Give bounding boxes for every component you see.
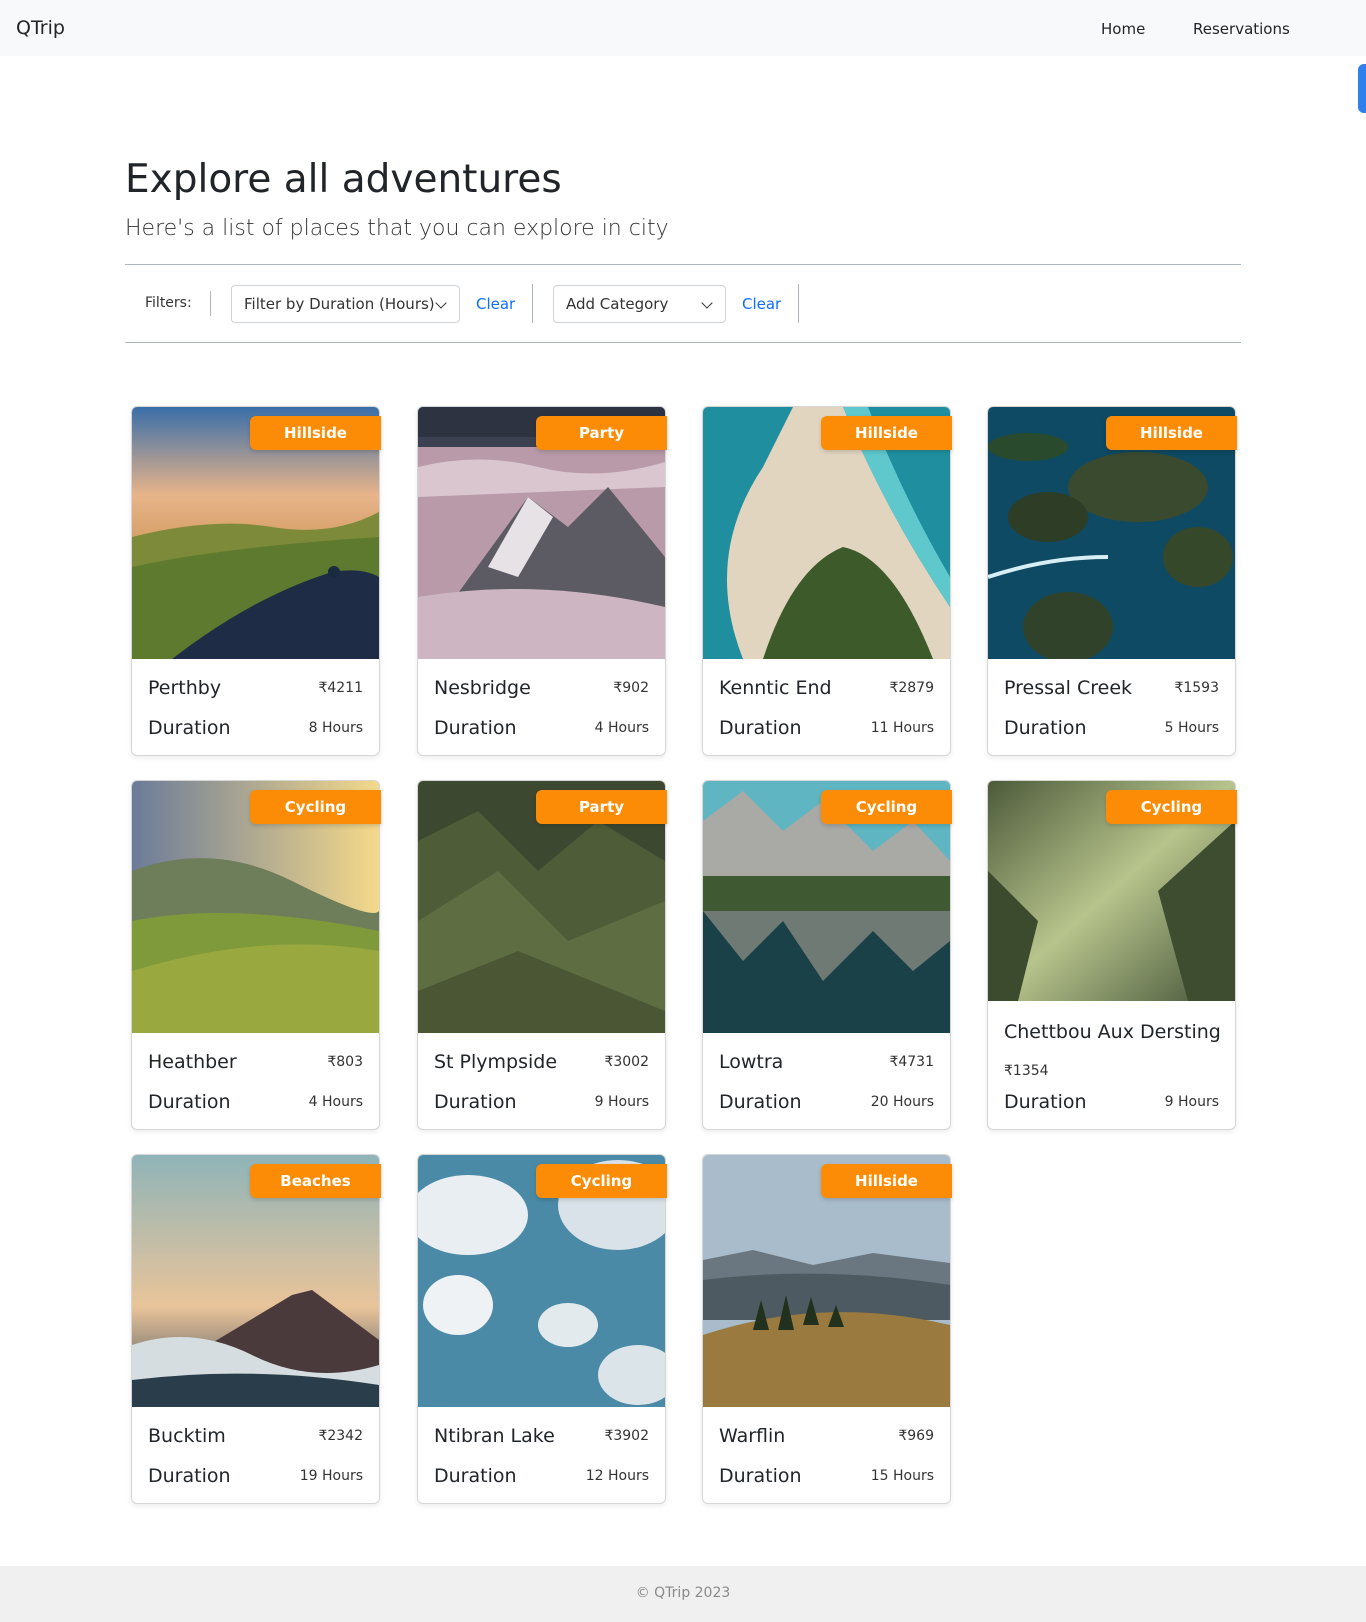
adventure-duration: 20 Hours [870, 1094, 934, 1110]
adventure-card[interactable]: Cycling Heathber ₹803 Duration 4 Hours [131, 780, 381, 1130]
adventure-price: ₹803 [327, 1054, 363, 1070]
adventure-name: St Plympside [434, 1051, 558, 1073]
adventure-name: Nesbridge [434, 677, 531, 699]
duration-label: Duration [719, 717, 802, 739]
page-title: Explore all adventures [125, 157, 562, 202]
duration-label: Duration [1004, 1091, 1087, 1113]
adventure-card[interactable]: Party St Plympside ₹3002 Duration 9 Hour… [417, 780, 667, 1130]
duration-label: Duration [434, 1091, 517, 1113]
adventure-card[interactable]: Hillside Kenntic End ₹2879 Duration 11 H… [702, 406, 952, 756]
adventure-price: ₹2879 [889, 680, 934, 696]
adventure-card[interactable]: Cycling Lowtra ₹4731 Duration 20 Hours [702, 780, 952, 1130]
duration-label: Duration [434, 1465, 517, 1487]
duration-label: Duration [434, 717, 517, 739]
divider-top [125, 264, 1241, 265]
side-tab[interactable] [1358, 64, 1366, 113]
clear-category-link[interactable]: Clear [742, 295, 781, 313]
adventure-card[interactable]: Party Nesbridge ₹902 Duration 4 Hours [417, 406, 667, 756]
footer-copyright: © QTrip 2023 [635, 1585, 731, 1601]
duration-label: Duration [719, 1465, 802, 1487]
adventure-name: Bucktim [148, 1425, 226, 1447]
adventure-name: Kenntic End [719, 677, 832, 699]
adventure-price: ₹902 [613, 680, 649, 696]
adventure-name: Ntibran Lake [434, 1425, 555, 1447]
adventure-duration: 15 Hours [870, 1468, 934, 1484]
duration-label: Duration [148, 1091, 231, 1113]
category-filter-select[interactable]: Add Category [553, 285, 726, 323]
adventure-price: ₹1354 [1004, 1063, 1049, 1079]
adventure-card[interactable]: Cycling Chettbou Aux Dersting ₹1354 Dura… [987, 780, 1237, 1130]
category-badge: Hillside [821, 1164, 952, 1198]
duration-label: Duration [148, 717, 231, 739]
category-badge: Beaches [250, 1164, 381, 1198]
category-badge: Cycling [250, 790, 381, 824]
adventure-duration: 4 Hours [308, 1094, 363, 1110]
filters-label: Filters: [145, 295, 192, 311]
adventure-card[interactable]: Cycling Ntibran Lake ₹3902 Duration 12 H… [417, 1154, 667, 1504]
adventure-name: Lowtra [719, 1051, 784, 1073]
category-badge: Cycling [821, 790, 952, 824]
adventure-duration: 11 Hours [870, 720, 934, 736]
chevron-down-icon [701, 297, 713, 309]
filter-divider [532, 284, 533, 323]
adventure-duration: 5 Hours [1164, 720, 1219, 736]
page-subtitle: Here's a list of places that you can exp… [125, 216, 669, 241]
adventure-duration: 4 Hours [594, 720, 649, 736]
adventure-name: Pressal Creek [1004, 677, 1133, 699]
adventure-card[interactable]: Hillside Pressal Creek ₹1593 Duration 5 … [987, 406, 1237, 756]
navbar: QTrip Home Reservations [0, 0, 1366, 56]
category-filter-value: Add Category [566, 295, 669, 313]
adventure-price: ₹4731 [889, 1054, 934, 1070]
adventure-duration: 9 Hours [1164, 1094, 1219, 1110]
filter-divider [798, 284, 799, 323]
category-badge: Hillside [250, 416, 381, 450]
adventure-price: ₹2342 [318, 1428, 363, 1444]
adventure-card[interactable]: Beaches Bucktim ₹2342 Duration 19 Hours [131, 1154, 381, 1504]
adventure-duration: 12 Hours [585, 1468, 649, 1484]
divider-bottom [125, 342, 1241, 343]
adventure-duration: 19 Hours [299, 1468, 363, 1484]
adventure-duration: 9 Hours [594, 1094, 649, 1110]
adventure-price: ₹969 [898, 1428, 934, 1444]
footer: © QTrip 2023 [0, 1566, 1366, 1622]
duration-filter-select[interactable]: Filter by Duration (Hours) [231, 285, 460, 323]
brand-logo[interactable]: QTrip [16, 17, 65, 39]
nav-home-link[interactable]: Home [1101, 20, 1145, 38]
chevron-down-icon [435, 297, 447, 309]
category-badge: Hillside [821, 416, 952, 450]
clear-duration-link[interactable]: Clear [476, 295, 515, 313]
adventure-card[interactable]: Hillside Warflin ₹969 Duration 15 Hours [702, 1154, 952, 1504]
adventure-price: ₹3002 [604, 1054, 649, 1070]
adventure-price: ₹3902 [604, 1428, 649, 1444]
nav-reservations-link[interactable]: Reservations [1193, 20, 1290, 38]
adventure-name: Perthby [148, 677, 222, 699]
duration-label: Duration [148, 1465, 231, 1487]
category-badge: Party [536, 790, 667, 824]
adventure-name: Warflin [719, 1425, 786, 1447]
filter-divider [210, 291, 211, 316]
adventure-name: Heathber [148, 1051, 237, 1073]
adventure-price: ₹1593 [1174, 680, 1219, 696]
adventure-price: ₹4211 [318, 680, 363, 696]
duration-label: Duration [1004, 717, 1087, 739]
duration-filter-value: Filter by Duration (Hours) [244, 295, 435, 313]
category-badge: Cycling [1106, 790, 1237, 824]
adventure-card[interactable]: Hillside Perthby ₹4211 Duration 8 Hours [131, 406, 381, 756]
adventure-name: Chettbou Aux Dersting [1004, 1021, 1221, 1043]
duration-label: Duration [719, 1091, 802, 1113]
category-badge: Hillside [1106, 416, 1237, 450]
category-badge: Party [536, 416, 667, 450]
adventure-duration: 8 Hours [308, 720, 363, 736]
category-badge: Cycling [536, 1164, 667, 1198]
